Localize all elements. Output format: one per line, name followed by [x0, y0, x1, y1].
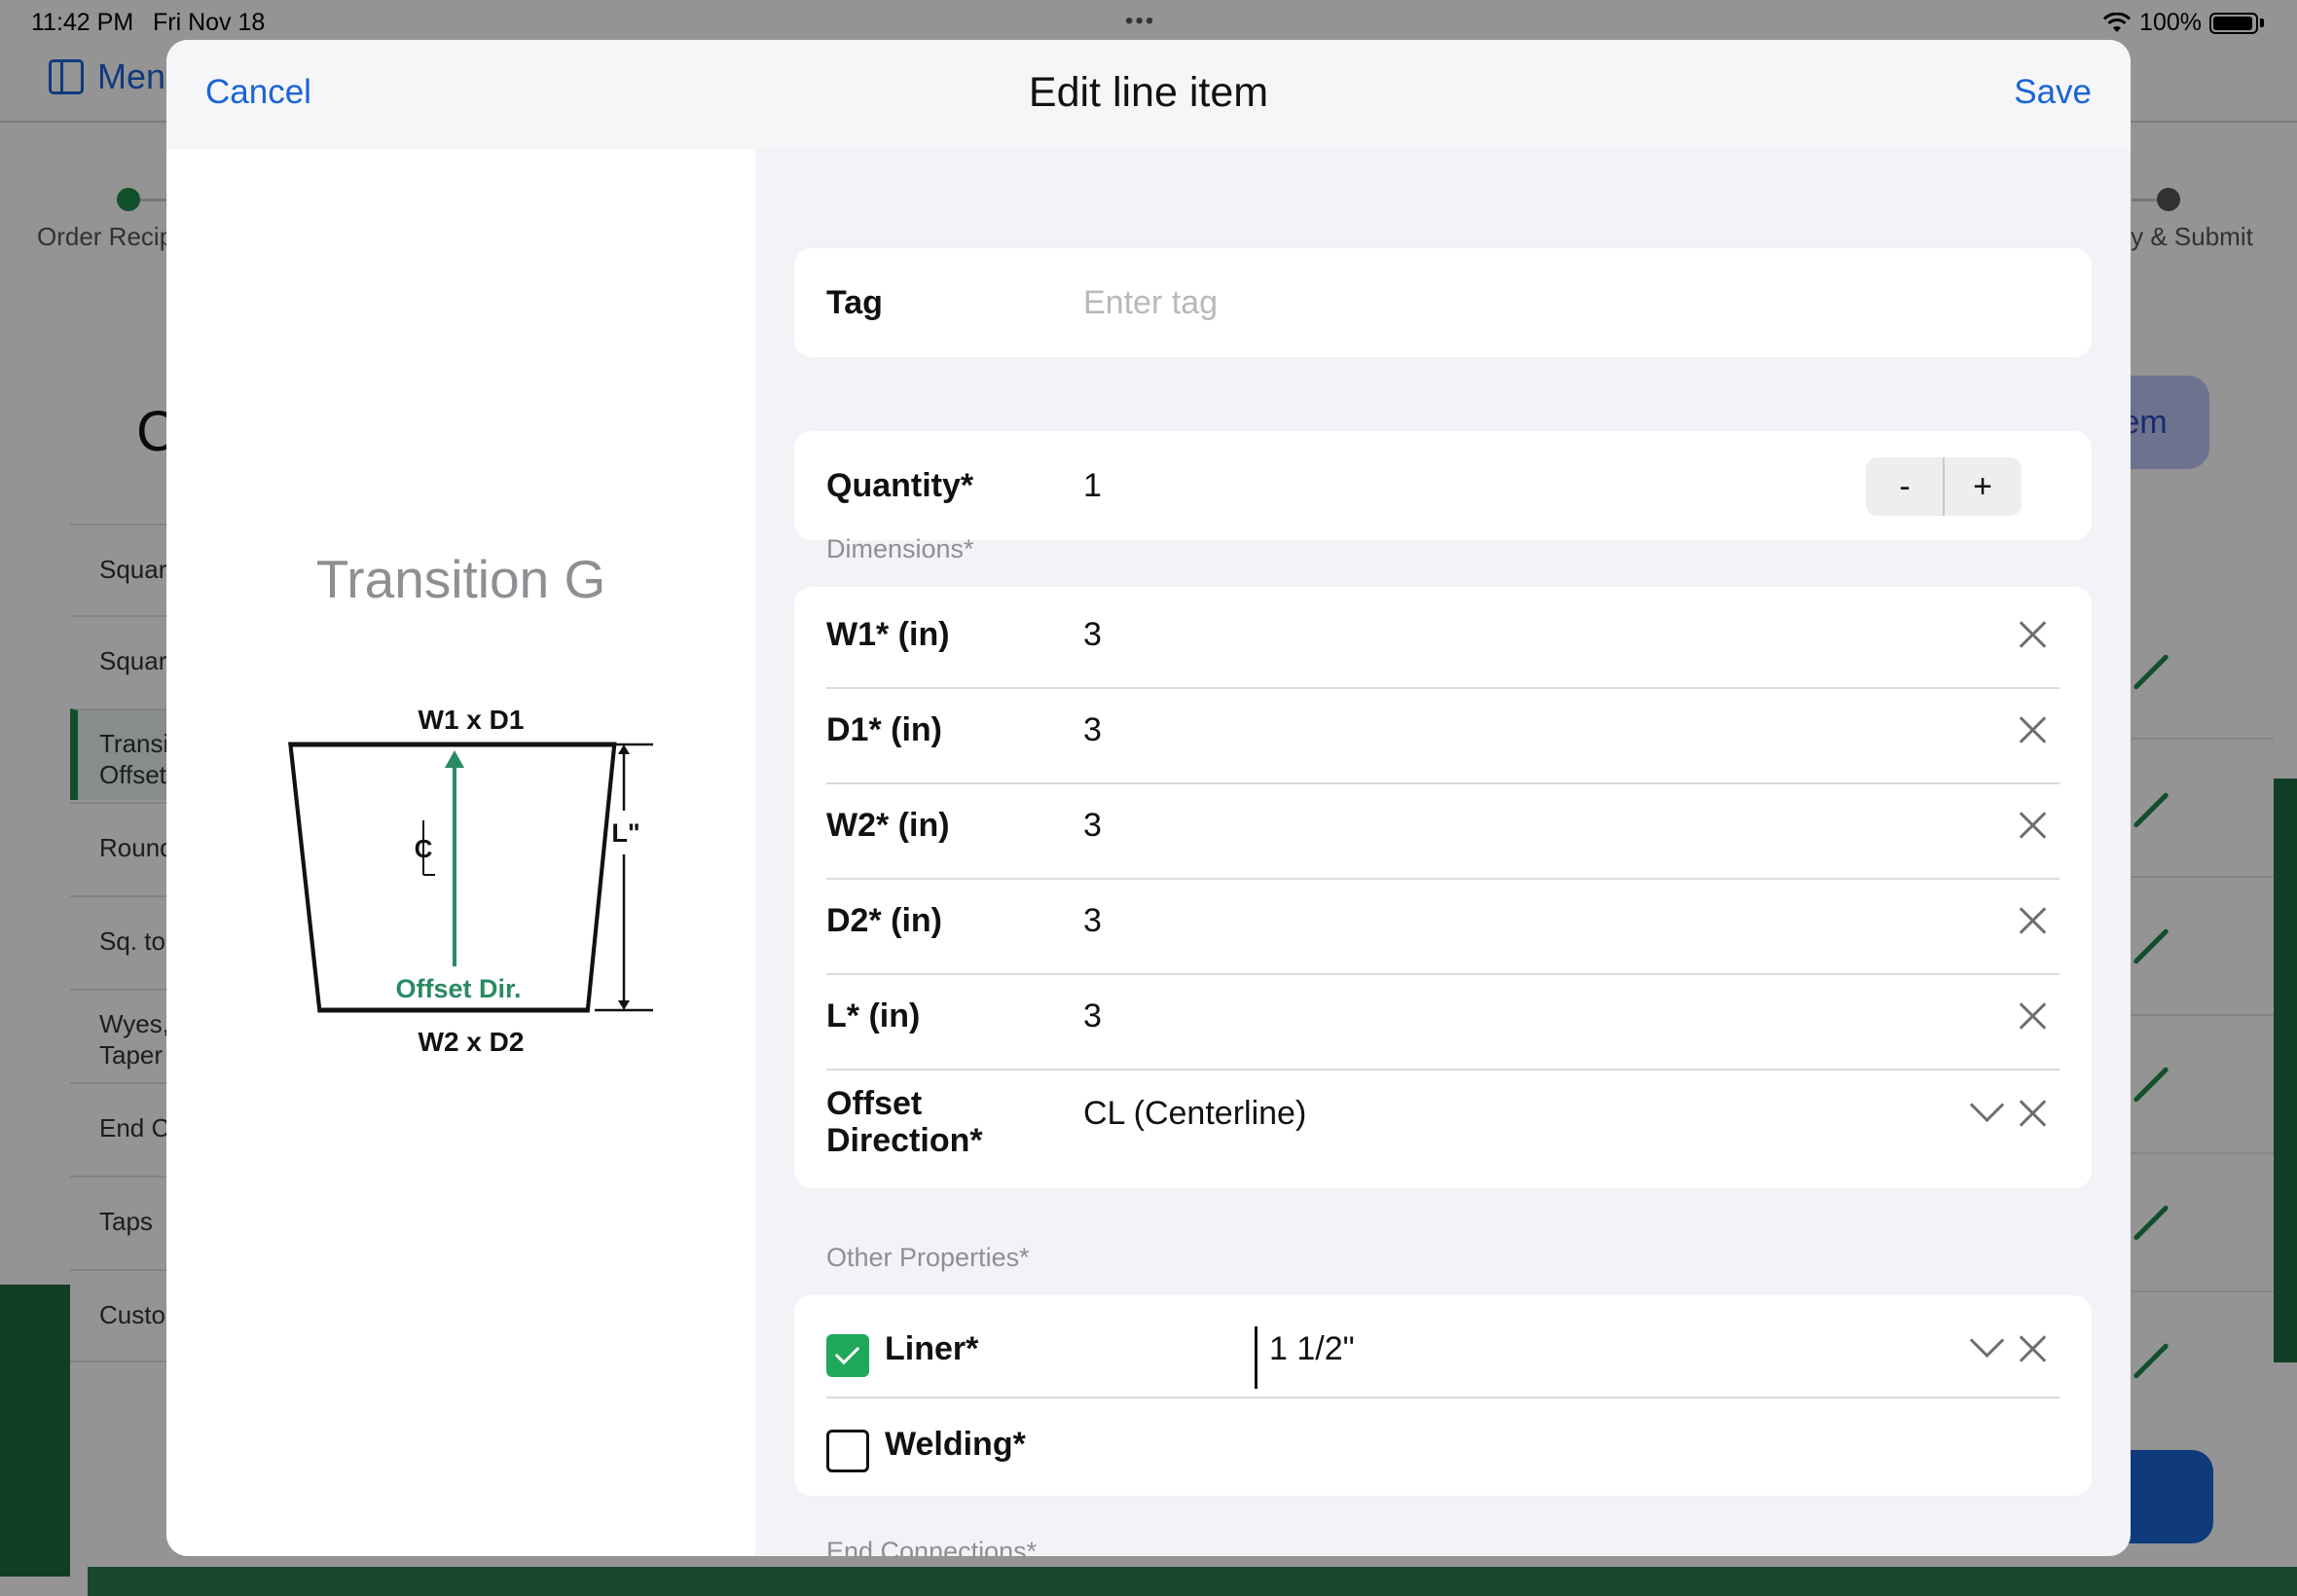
quantity-input[interactable]: 1 [1083, 438, 1102, 533]
dimension-row-w2: W2* (in) 3 [826, 778, 2060, 873]
status-bar: 11:42 PM Fri Nov 18 ••• 100% [0, 0, 2297, 45]
transition-shape [288, 742, 617, 1013]
dimension-row-d2: D2* (in) 3 [826, 873, 2060, 968]
length-label: L* (in) [826, 998, 921, 1034]
d2-input[interactable]: 3 [1083, 873, 1102, 968]
dimension-row-length: L* (in) 3 [826, 968, 2060, 1064]
status-date: Fri Nov 18 [153, 9, 266, 36]
other-properties-header: Other Properties* [826, 1243, 1030, 1272]
dimensions-header: Dimensions* [826, 534, 974, 563]
quantity-group: Quantity* 1 - + [794, 431, 2092, 540]
clear-icon[interactable] [2019, 906, 2048, 935]
edit-line-item-modal: Cancel Edit line item Save Transition G … [166, 40, 2131, 1556]
multitasking-dots-icon[interactable]: ••• [1125, 8, 1155, 35]
offset-direction-select[interactable]: CL (Centerline) [1083, 1066, 1306, 1161]
quantity-label: Quantity* [826, 467, 974, 504]
w2-input[interactable]: 3 [1083, 778, 1102, 873]
tag-input[interactable]: Enter tag [1083, 255, 1218, 350]
welding-label: Welding* [885, 1426, 1026, 1463]
save-button[interactable]: Save [2014, 73, 2092, 112]
dimensions-group: W1* (in) 3 D1* (in) 3 W2* (in) 3 D2* (in… [794, 587, 2092, 1188]
offset-arrow-head [445, 750, 464, 768]
wifi-icon [2102, 12, 2132, 32]
d2-label: D2* (in) [826, 902, 942, 939]
quantity-stepper[interactable]: - + [1866, 457, 2022, 516]
liner-label: Liner* [885, 1330, 979, 1367]
offset-direction-row[interactable]: Offset Direction* CL (Centerline) [826, 1066, 2060, 1182]
d1-label: D1* (in) [826, 711, 942, 748]
liner-checkbox[interactable] [826, 1334, 869, 1377]
w1-input[interactable]: 3 [1083, 587, 1102, 682]
offset-direction-label-line2: Direction* [826, 1122, 983, 1159]
offset-direction-label-line1: Offset [826, 1085, 923, 1122]
chevron-down-icon[interactable] [1969, 1323, 2005, 1359]
welding-row: Welding* [826, 1396, 2060, 1490]
battery-cap [2260, 18, 2264, 27]
battery-percent: 100% [2139, 9, 2202, 36]
status-time: 11:42 PM [31, 9, 134, 36]
welding-checkbox[interactable] [826, 1430, 869, 1472]
length-input[interactable]: 3 [1083, 968, 1102, 1064]
part-preview-pane: Transition G W1 x D1 C Offset Dir. L" W2… [166, 149, 755, 1556]
tag-group: Tag Enter tag [794, 248, 2092, 357]
modal-header: Cancel Edit line item Save [166, 40, 2131, 149]
liner-row: Liner* 1 1/2" [826, 1301, 2060, 1395]
tag-label: Tag [826, 284, 883, 321]
chevron-down-icon[interactable] [1969, 1087, 2005, 1123]
text-cursor [1255, 1326, 1258, 1389]
w1-label: W1* (in) [826, 616, 950, 653]
dim-arrow-icon [618, 744, 630, 754]
offset-direction-label: Offset Dir. [395, 974, 521, 1003]
clear-icon[interactable] [2019, 715, 2048, 744]
w2-label: W2* (in) [826, 807, 950, 844]
tag-row[interactable]: Tag Enter tag [826, 255, 2060, 350]
dim-arrow-icon [618, 1000, 630, 1010]
diagram-length-label: L" [611, 818, 639, 848]
line-item-form: Tag Enter tag Quantity* 1 - + Dimensions… [755, 149, 2131, 1556]
modal-title: Edit line item [1028, 69, 1269, 116]
d1-input[interactable]: 3 [1083, 682, 1102, 778]
other-properties-group: Liner* 1 1/2" Welding* [794, 1295, 2092, 1496]
clear-icon[interactable] [2019, 1099, 2048, 1128]
decrement-button[interactable]: - [1866, 457, 1944, 516]
end-connections-header: End Connections* [826, 1537, 1038, 1556]
clear-icon[interactable] [2019, 1334, 2048, 1363]
clear-icon[interactable] [2019, 1001, 2048, 1031]
dimension-row-w1: W1* (in) 3 [826, 587, 2060, 682]
clear-icon[interactable] [2019, 811, 2048, 840]
offset-direction-label: Offset Direction* [826, 1085, 983, 1159]
dimension-row-d1: D1* (in) 3 [826, 682, 2060, 778]
diagram-top-label: W1 x D1 [419, 705, 525, 735]
transition-diagram: W1 x D1 C Offset Dir. L" W2 x D2 [288, 705, 653, 1057]
diagram-bottom-label: W2 x D2 [419, 1027, 525, 1057]
increment-button[interactable]: + [1944, 457, 2022, 516]
liner-select[interactable]: 1 1/2" [1269, 1301, 1355, 1396]
part-name: Transition G [315, 549, 606, 609]
clear-icon[interactable] [2019, 620, 2048, 649]
battery-icon [2209, 12, 2258, 34]
